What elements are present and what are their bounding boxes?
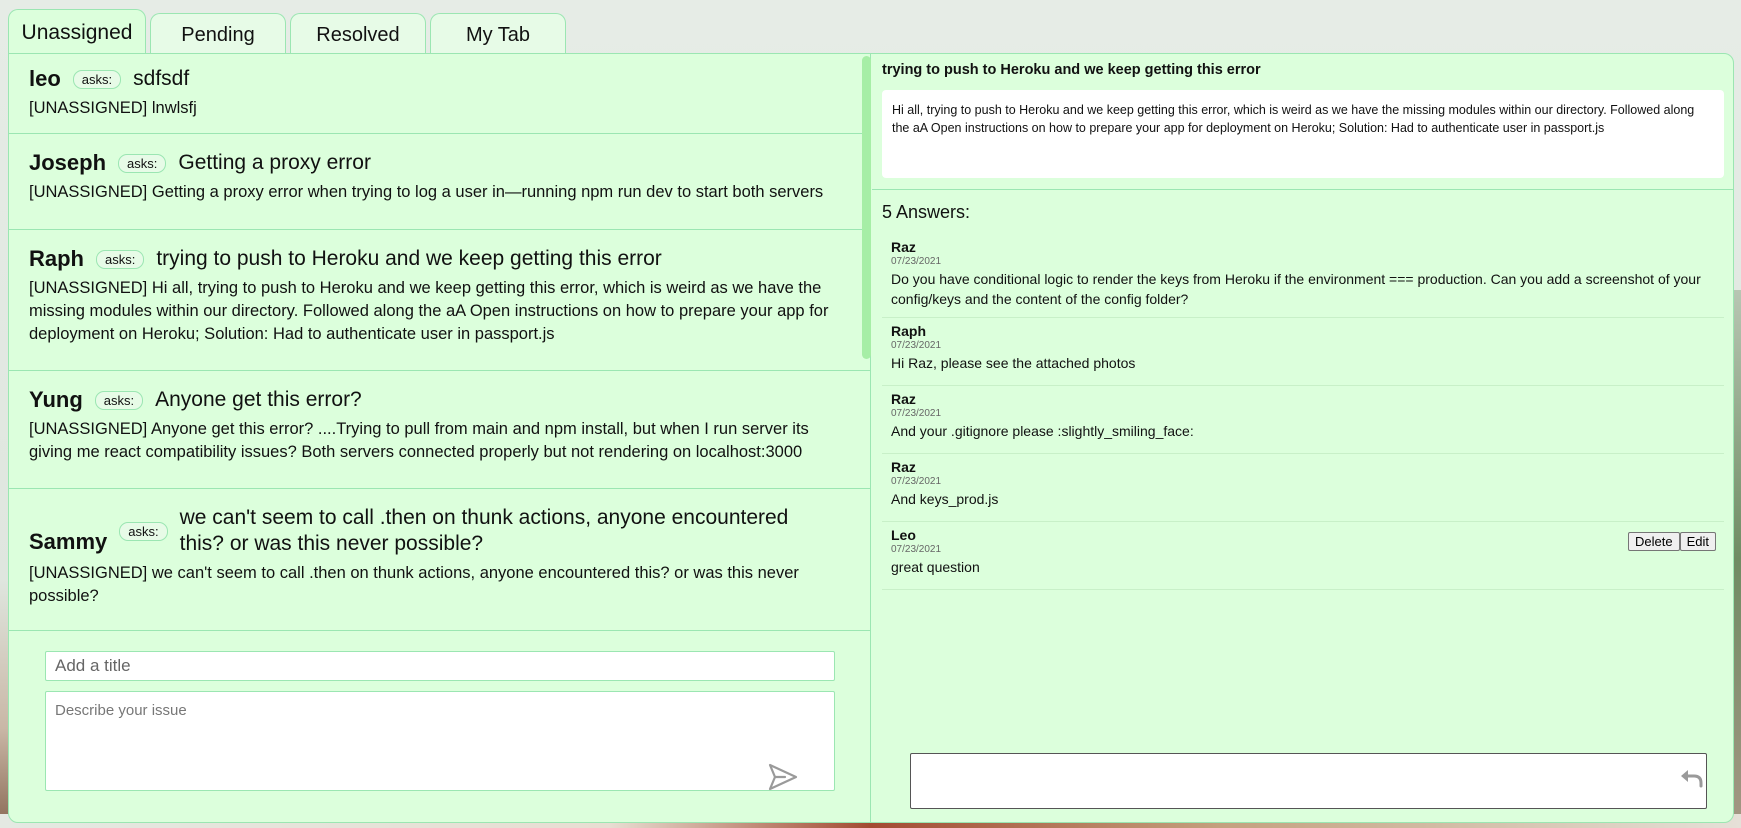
asks-badge: asks: xyxy=(96,249,145,269)
detail-title: trying to push to Heroku and we keep get… xyxy=(882,62,1261,78)
answer-author: Leo xyxy=(891,527,916,543)
asks-badge: asks: xyxy=(94,390,144,410)
question-author: Joseph xyxy=(29,150,107,175)
question-title: we can't seem to call .then on thunk act… xyxy=(179,506,789,555)
question-list[interactable]: leo asks: sdfsdf [UNASSIGNED] lnwlsfj Jo… xyxy=(9,54,871,630)
question-title: sdfsdf xyxy=(133,67,190,90)
answer-author: Raz xyxy=(891,459,916,475)
question-column: leo asks: sdfsdf [UNASSIGNED] lnwlsfj Jo… xyxy=(9,54,871,822)
question-body: [UNASSIGNED] Hi all, trying to push to H… xyxy=(29,279,829,343)
answer-date: 07/23/2021 xyxy=(891,408,942,419)
description-input[interactable] xyxy=(45,691,835,791)
answer-item: Leo 07/23/2021 great question Delete Edi… xyxy=(882,522,1724,590)
delete-button[interactable]: Delete xyxy=(1628,532,1680,551)
main-panel: leo asks: sdfsdf [UNASSIGNED] lnwlsfj Jo… xyxy=(8,53,1734,823)
answer-author: Raz xyxy=(891,239,916,255)
scrollbar-thumb[interactable] xyxy=(862,56,871,359)
question-item[interactable]: leo asks: sdfsdf [UNASSIGNED] lnwlsfj xyxy=(9,54,871,134)
tab-unassigned[interactable]: Unassigned xyxy=(8,9,146,56)
question-author: Sammy xyxy=(29,529,108,554)
tab-bar: Unassigned Pending Resolved My Tab xyxy=(8,9,566,57)
asks-badge: asks: xyxy=(118,153,167,173)
question-detail: trying to push to Heroku and we keep get… xyxy=(872,54,1734,822)
question-item[interactable]: Yung asks: Anyone get this error? [UNASS… xyxy=(9,371,871,489)
question-body: [UNASSIGNED] lnwlsfj xyxy=(29,99,197,117)
tab-pending[interactable]: Pending xyxy=(150,13,286,57)
send-icon[interactable] xyxy=(767,762,799,792)
answer-item: Raz 07/23/2021 And keys_prod.js xyxy=(882,454,1724,522)
answer-actions: Delete Edit xyxy=(1628,532,1716,551)
answer-text: And keys_prod.js xyxy=(891,491,999,507)
answer-count: 5 Answers: xyxy=(882,202,971,222)
reply-input[interactable] xyxy=(910,753,1707,809)
question-body: [UNASSIGNED] Getting a proxy error when … xyxy=(29,183,824,201)
answer-text: great question xyxy=(891,559,980,575)
reply-icon[interactable] xyxy=(1678,766,1704,788)
question-author: Yung xyxy=(29,387,83,412)
answer-list: Raz 07/23/2021 Do you have conditional l… xyxy=(882,234,1724,590)
question-author: leo xyxy=(29,66,61,91)
answer-item: Raz 07/23/2021 And your .gitignore pleas… xyxy=(882,386,1724,454)
question-title: Getting a proxy error xyxy=(178,151,371,174)
answer-date: 07/23/2021 xyxy=(891,544,942,555)
answer-text: Hi Raz, please see the attached photos xyxy=(891,355,1136,371)
question-body: [UNASSIGNED] we can't seem to call .then… xyxy=(29,564,799,605)
answer-date: 07/23/2021 xyxy=(891,476,942,487)
answer-author: Raz xyxy=(891,391,916,407)
question-item[interactable]: Joseph asks: Getting a proxy error [UNAS… xyxy=(9,134,871,230)
question-title: trying to push to Heroku and we keep get… xyxy=(156,247,662,270)
question-title: Anyone get this error? xyxy=(155,388,362,411)
answer-text: Do you have conditional logic to render … xyxy=(891,271,1701,307)
divider xyxy=(872,189,1734,190)
question-item[interactable]: Raph asks: trying to push to Heroku and … xyxy=(9,230,871,371)
edit-button[interactable]: Edit xyxy=(1679,532,1716,551)
detail-body: Hi all, trying to push to Heroku and we … xyxy=(882,90,1724,178)
answer-text: And your .gitignore please :slightly_smi… xyxy=(891,423,1194,439)
new-question-form xyxy=(9,630,871,824)
question-body: [UNASSIGNED] Anyone get this error? ....… xyxy=(29,420,809,461)
question-author: Raph xyxy=(29,246,84,271)
answer-author: Raph xyxy=(891,323,926,339)
answer-date: 07/23/2021 xyxy=(891,256,942,267)
answer-item: Raph 07/23/2021 Hi Raz, please see the a… xyxy=(882,318,1724,386)
asks-badge: asks: xyxy=(72,69,122,89)
answer-item: Raz 07/23/2021 Do you have conditional l… xyxy=(882,234,1724,318)
tab-resolved[interactable]: Resolved xyxy=(290,13,426,57)
tab-my-tab[interactable]: My Tab xyxy=(430,13,566,57)
answer-date: 07/23/2021 xyxy=(891,340,942,351)
question-item[interactable]: Sammy asks: we can't seem to call .then … xyxy=(9,489,871,619)
title-input[interactable] xyxy=(45,651,835,681)
asks-badge: asks: xyxy=(119,521,168,541)
